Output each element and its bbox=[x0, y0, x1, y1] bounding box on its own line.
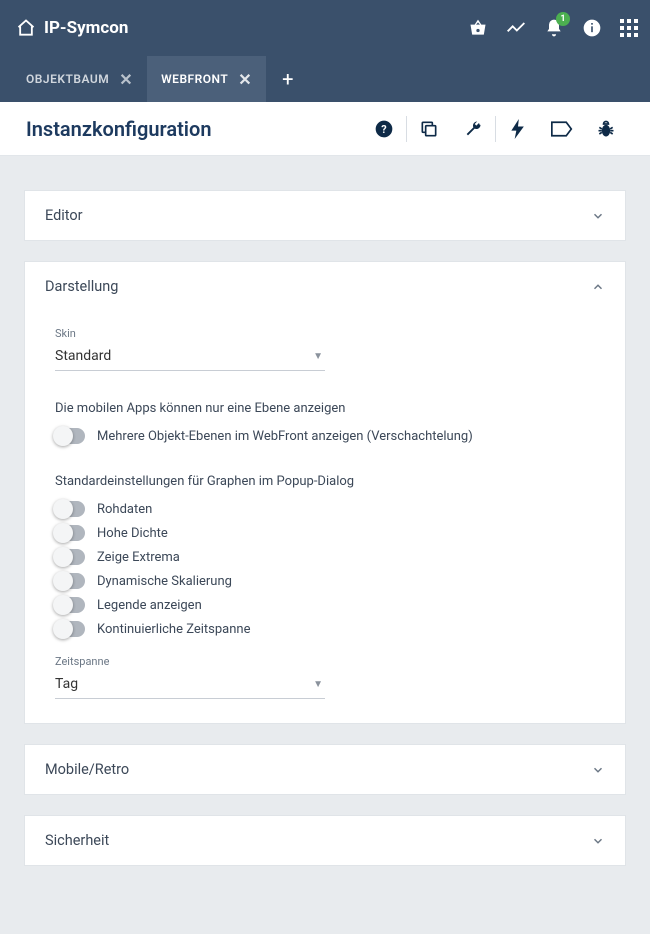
dropdown-icon: ▼ bbox=[313, 351, 323, 362]
toggle-hohedichte-label: Hohe Dichte bbox=[97, 526, 168, 541]
basket-icon[interactable] bbox=[468, 18, 488, 38]
toggle-nesting-row: Mehrere Objekt-Ebenen im WebFront anzeig… bbox=[55, 428, 595, 444]
section-editor: Editor bbox=[24, 190, 626, 241]
toggle-rohdaten[interactable] bbox=[55, 501, 85, 517]
zeitspanne-label: Zeitspanne bbox=[55, 655, 595, 668]
toggle-legende[interactable] bbox=[55, 597, 85, 613]
toggle-nesting-label: Mehrere Objekt-Ebenen im WebFront anzeig… bbox=[97, 429, 473, 444]
toggle-hohedichte[interactable] bbox=[55, 525, 85, 541]
toggle-rohdaten-row: Rohdaten bbox=[55, 501, 595, 517]
toggle-extrema[interactable] bbox=[55, 549, 85, 565]
section-sicherheit: Sicherheit bbox=[24, 815, 626, 866]
toggle-kontzeit[interactable] bbox=[55, 621, 85, 637]
toggle-kontzeit-row: Kontinuierliche Zeitspanne bbox=[55, 621, 595, 637]
chevron-down-icon bbox=[591, 763, 605, 777]
toggle-dynskal[interactable] bbox=[55, 573, 85, 589]
section-title: Sicherheit bbox=[45, 832, 109, 849]
dropdown-icon: ▼ bbox=[313, 679, 323, 690]
section-body-darstellung: Skin Standard ▼ Die mobilen Apps können … bbox=[25, 311, 625, 723]
content-scroll[interactable]: Editor Darstellung Skin Standard ▼ Die m… bbox=[24, 156, 626, 934]
zeitspanne-value: Tag bbox=[55, 676, 78, 692]
app-logo[interactable]: IP-Symcon bbox=[16, 18, 128, 38]
bug-icon[interactable] bbox=[584, 119, 628, 139]
subheader: Instanzkonfiguration ? bbox=[0, 102, 650, 156]
graph-hint: Standardeinstellungen für Graphen im Pop… bbox=[55, 474, 595, 489]
toggle-extrema-label: Zeige Extrema bbox=[97, 550, 180, 565]
toggle-dynskal-label: Dynamische Skalierung bbox=[97, 574, 232, 589]
section-header-editor[interactable]: Editor bbox=[25, 191, 625, 240]
chevron-up-icon bbox=[591, 280, 605, 294]
toggle-nesting[interactable] bbox=[55, 428, 85, 444]
toggle-kontzeit-label: Kontinuierliche Zeitspanne bbox=[97, 622, 251, 637]
chevron-down-icon bbox=[591, 209, 605, 223]
toggle-dynskal-row: Dynamische Skalierung bbox=[55, 573, 595, 589]
skin-value: Standard bbox=[55, 348, 111, 364]
topbar: IP-Symcon 1 bbox=[0, 0, 650, 56]
section-darstellung: Darstellung Skin Standard ▼ Die mobilen … bbox=[24, 261, 626, 724]
section-title: Mobile/Retro bbox=[45, 761, 129, 778]
skin-select[interactable]: Standard ▼ bbox=[55, 344, 325, 371]
app-title: IP-Symcon bbox=[44, 18, 128, 38]
wrench-icon[interactable] bbox=[451, 119, 495, 139]
mobile-hint: Die mobilen Apps können nur eine Ebene a… bbox=[55, 401, 595, 416]
toggle-rohdaten-label: Rohdaten bbox=[97, 502, 152, 517]
home-icon bbox=[16, 18, 36, 38]
bolt-icon[interactable] bbox=[496, 119, 540, 139]
notification-badge: 1 bbox=[556, 12, 570, 26]
section-title: Editor bbox=[45, 207, 83, 224]
section-header-sicherheit[interactable]: Sicherheit bbox=[25, 816, 625, 865]
help-icon[interactable]: ? bbox=[362, 119, 406, 139]
tab-webfront[interactable]: WEBFRONT ✕ bbox=[147, 56, 266, 102]
topbar-actions: 1 bbox=[468, 18, 638, 38]
skin-label: Skin bbox=[55, 327, 595, 340]
activity-icon[interactable] bbox=[506, 18, 526, 38]
tabbar: OBJEKTBAUM ✕ WEBFRONT ✕ + bbox=[0, 56, 650, 102]
info-icon[interactable] bbox=[582, 18, 602, 38]
toggle-hohedichte-row: Hohe Dichte bbox=[55, 525, 595, 541]
section-title: Darstellung bbox=[45, 278, 118, 295]
tab-label: WEBFRONT bbox=[161, 72, 228, 86]
apps-icon[interactable] bbox=[620, 19, 638, 37]
section-mobileretro: Mobile/Retro bbox=[24, 744, 626, 795]
close-icon[interactable]: ✕ bbox=[119, 70, 133, 89]
zeitspanne-select[interactable]: Tag ▼ bbox=[55, 672, 325, 699]
new-tab-button[interactable]: + bbox=[266, 56, 309, 102]
toggle-legende-row: Legende anzeigen bbox=[55, 597, 595, 613]
chevron-down-icon bbox=[591, 834, 605, 848]
page-title: Instanzkonfiguration bbox=[26, 117, 212, 141]
copy-icon[interactable] bbox=[407, 119, 451, 139]
bell-icon[interactable]: 1 bbox=[544, 18, 564, 38]
tab-objektbaum[interactable]: OBJEKTBAUM ✕ bbox=[12, 56, 147, 102]
toggle-legende-label: Legende anzeigen bbox=[97, 598, 202, 613]
svg-text:?: ? bbox=[381, 123, 386, 136]
tab-label: OBJEKTBAUM bbox=[26, 72, 109, 86]
toggle-extrema-row: Zeige Extrema bbox=[55, 549, 595, 565]
tag-icon[interactable] bbox=[540, 120, 584, 138]
close-icon[interactable]: ✕ bbox=[238, 70, 252, 89]
section-header-mobileretro[interactable]: Mobile/Retro bbox=[25, 745, 625, 794]
section-header-darstellung[interactable]: Darstellung bbox=[25, 262, 625, 311]
